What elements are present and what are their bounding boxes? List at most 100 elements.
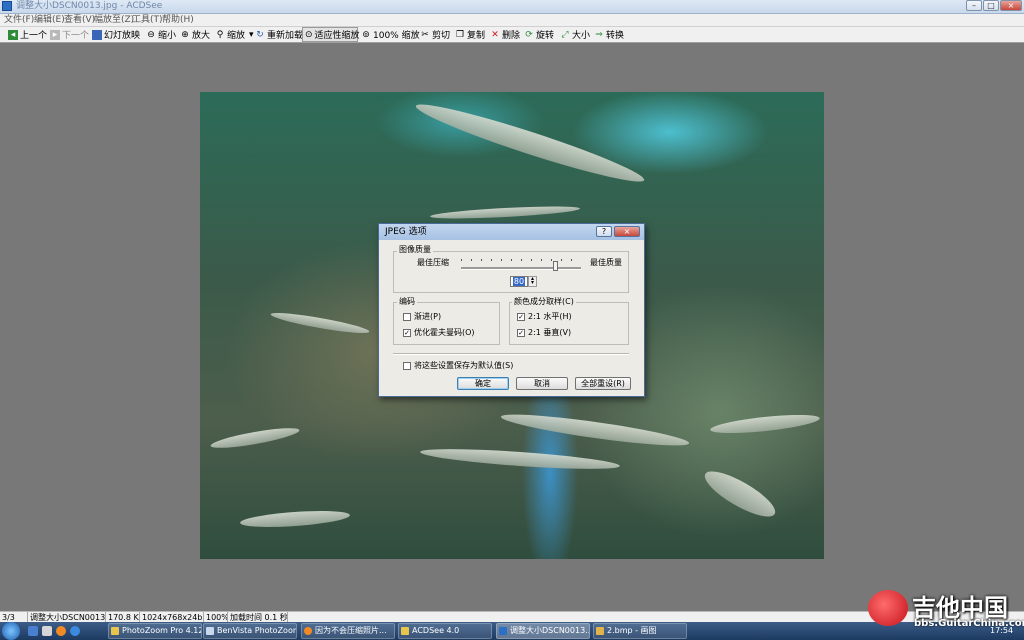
menu-help[interactable]: 帮助(H) xyxy=(162,14,194,26)
folder-icon xyxy=(111,627,119,635)
encoding-group-label: 编码 xyxy=(397,297,417,307)
zoom-in-button[interactable]: ⊕ 放大 xyxy=(180,27,210,42)
watermark-url: bbs.GuitarChina.com xyxy=(914,618,1024,629)
scissors-icon: ✂ xyxy=(421,29,429,40)
jpeg-options-dialog: JPEG 选项 ? × 图像质量 最佳压缩 最佳质量 80 ▴ ▾ 编码 渐进(P… xyxy=(378,223,645,397)
optimize-huffman-checkbox[interactable]: ✓ xyxy=(403,329,411,337)
close-button[interactable]: × xyxy=(1000,0,1022,11)
next-button[interactable]: ▸ 下一个 xyxy=(50,27,89,42)
fish-shape xyxy=(699,463,781,525)
dialog-title: JPEG 选项 xyxy=(385,227,427,237)
title-bar: 调整大小DSCN0013.jpg - ACDSee – □ × xyxy=(0,0,1024,14)
start-orb-icon[interactable] xyxy=(2,622,20,640)
help-button[interactable]: ? xyxy=(596,226,612,237)
task-acdsee[interactable]: ACDSee 4.0 xyxy=(398,623,492,639)
quality-value-input[interactable]: 80 xyxy=(510,276,528,287)
separator xyxy=(393,353,629,355)
slideshow-button[interactable]: 幻灯放映 xyxy=(92,27,140,42)
horizontal-sampling-checkbox[interactable]: ✓ xyxy=(517,313,525,321)
min-compression-label: 最佳压缩 xyxy=(417,258,449,267)
resize-button[interactable]: ⤢ 大小 xyxy=(560,27,590,42)
dialog-title-bar: JPEG 选项 ? × xyxy=(379,224,644,240)
color-sampling-group xyxy=(509,302,629,345)
menu-tools[interactable]: 工具(T) xyxy=(132,14,163,26)
ie-icon[interactable] xyxy=(70,626,80,636)
dialog-close-button[interactable]: × xyxy=(614,226,640,237)
reload-icon: ↻ xyxy=(256,29,264,40)
convert-button[interactable]: ⇒ 转换 xyxy=(594,27,624,42)
copy-icon: ❐ xyxy=(455,29,465,40)
optimize-huffman-label: 优化霍夫曼码(O) xyxy=(414,328,475,337)
encoding-group xyxy=(393,302,500,345)
task-browser[interactable]: 因为不会压缩照片... xyxy=(301,623,395,639)
slider-track xyxy=(461,267,581,270)
menu-view[interactable]: 查看(V) xyxy=(64,14,95,26)
rotate-button[interactable]: ⟳ 旋转 xyxy=(524,27,554,42)
fit-magnifier-icon: ⊙ xyxy=(305,29,313,40)
rotate-icon: ⟳ xyxy=(525,29,533,40)
explorer-icon[interactable] xyxy=(42,626,52,636)
fish-shape xyxy=(269,309,371,337)
save-default-label: 将这些设置保存为默认值(S) xyxy=(414,361,514,370)
quality-spinner[interactable]: ▴ ▾ xyxy=(528,276,537,287)
fish-shape xyxy=(239,508,351,530)
actual-size-button[interactable]: ⊚ 100% 缩放 xyxy=(361,27,419,42)
toolbar: ◂ 上一个 ▸ 下一个 幻灯放映 ⊖ 缩小 ⊕ 放大 ⚲ 缩放 ▾ ↻ 重新加载 ⊙ 适应性缩放… xyxy=(0,27,1024,43)
chevron-down-icon: ▾ xyxy=(249,29,254,40)
copy-button[interactable]: ❐ 复制 xyxy=(455,27,485,42)
fish-shape xyxy=(429,204,581,221)
magnifier-minus-icon: ⊖ xyxy=(147,29,155,40)
task-benvista[interactable]: BenVista PhotoZoom... xyxy=(203,623,297,639)
reload-button[interactable]: ↻ 重新加载 xyxy=(255,27,303,42)
progressive-label: 渐进(P) xyxy=(414,312,442,321)
zoom-button[interactable]: ⚲ 缩放 ▾ xyxy=(215,27,254,42)
folder-icon xyxy=(401,627,409,635)
ok-button[interactable]: 确定 xyxy=(457,377,509,390)
vertical-sampling-label: 2:1 垂直(V) xyxy=(528,328,572,337)
fish-shape xyxy=(412,95,648,191)
paint-icon xyxy=(596,627,604,635)
progressive-checkbox[interactable] xyxy=(403,313,411,321)
max-quality-label: 最佳质量 xyxy=(590,258,622,267)
app-icon xyxy=(2,1,12,11)
firefox-icon xyxy=(304,627,312,635)
magnifier-plus-icon: ⊕ xyxy=(181,29,189,40)
cut-button[interactable]: ✂ 剪切 xyxy=(420,27,450,42)
resize-icon: ⤢ xyxy=(561,29,569,40)
window-title: 调整大小DSCN0013.jpg - ACDSee xyxy=(16,1,163,11)
fish-shape xyxy=(209,424,301,452)
menu-zoom[interactable]: 幅放至(Z) xyxy=(94,14,134,26)
fish-shape xyxy=(709,411,821,437)
convert-arrow-icon: ⇒ xyxy=(595,29,603,40)
save-default-checkbox[interactable] xyxy=(403,362,411,370)
menu-edit[interactable]: 编辑(E) xyxy=(34,14,65,26)
viewer-icon xyxy=(499,627,507,635)
horizontal-sampling-label: 2:1 水平(H) xyxy=(528,312,572,321)
slideshow-icon xyxy=(92,29,102,40)
firefox-icon[interactable] xyxy=(56,626,66,636)
task-paint[interactable]: 2.bmp - 画图 xyxy=(593,623,687,639)
slider-thumb[interactable] xyxy=(553,261,558,271)
minimize-button[interactable]: – xyxy=(966,0,982,11)
reset-all-button[interactable]: 全部重设(R) xyxy=(575,377,631,390)
fish-shape xyxy=(499,408,691,452)
arrow-left-icon: ◂ xyxy=(8,29,18,40)
task-photozoom[interactable]: PhotoZoom Pro 4.12 xyxy=(108,623,202,639)
task-acdsee-viewer[interactable]: 调整大小DSCN0013... xyxy=(496,623,590,639)
maximize-button[interactable]: □ xyxy=(983,0,999,11)
fit-zoom-button[interactable]: ⊙ 适应性缩放 xyxy=(302,27,360,42)
cancel-button[interactable]: 取消 xyxy=(516,377,568,390)
menu-bar: 文件(F) 编辑(E) 查看(V) 幅放至(Z) 工具(T) 帮助(H) xyxy=(0,14,1024,27)
guitar-logo-icon xyxy=(868,590,908,626)
watermark: 吉他中国 bbs.GuitarChina.com xyxy=(868,586,1024,634)
quality-slider[interactable] xyxy=(461,257,581,271)
menu-file[interactable]: 文件(F) xyxy=(4,14,34,26)
prev-button[interactable]: ◂ 上一个 xyxy=(8,27,47,42)
show-desktop-icon[interactable] xyxy=(28,626,38,636)
vertical-sampling-checkbox[interactable]: ✓ xyxy=(517,329,525,337)
slider-ticks xyxy=(461,259,581,261)
app-window-icon xyxy=(206,627,214,635)
delete-button[interactable]: ✕ 删除 xyxy=(490,27,520,42)
zoom-out-button[interactable]: ⊖ 缩小 xyxy=(146,27,176,42)
quality-group-label: 图像质量 xyxy=(397,245,433,255)
